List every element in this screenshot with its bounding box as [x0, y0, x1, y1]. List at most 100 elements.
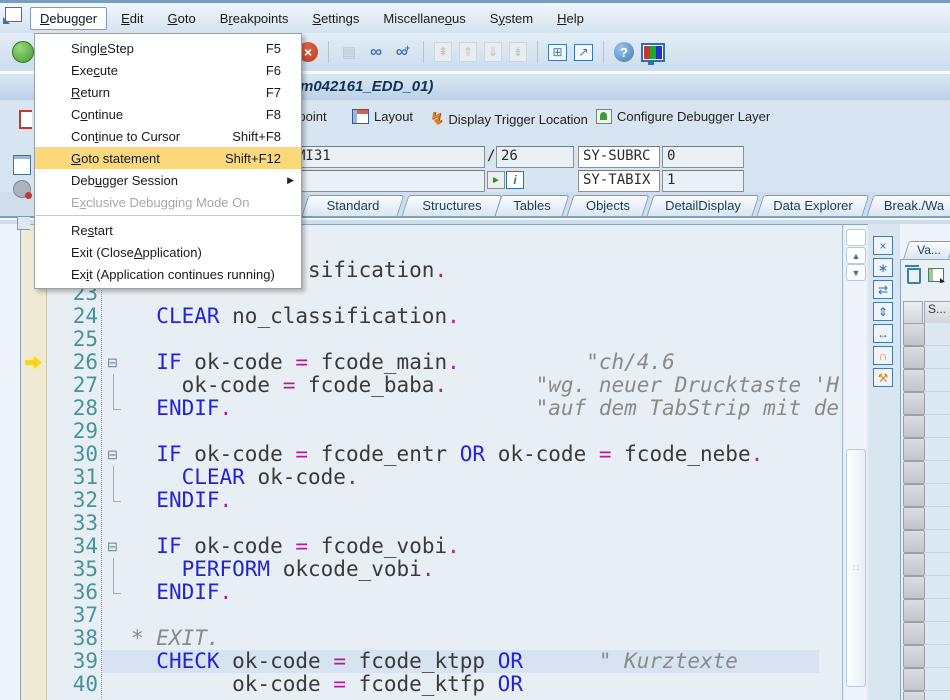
code-line[interactable]: 37	[21, 604, 845, 627]
tab-variables[interactable]: Va...	[906, 241, 950, 259]
info-icon[interactable]: i	[506, 171, 524, 189]
code-line[interactable]: 28 ENDIF. "auf dem TabStrip mit de	[21, 397, 845, 420]
code-line[interactable]: 36 ENDIF.	[21, 581, 845, 604]
layout-button[interactable]: Layout	[352, 109, 413, 124]
row-header-cell[interactable]	[903, 553, 925, 576]
code-line[interactable]: 30⊟ IF ok-code = fcode_entr OR ok-code =…	[21, 443, 845, 466]
row-data-cell[interactable]	[925, 461, 950, 484]
menu-item-continue-to-cursor[interactable]: Continue to CursorShift+F8	[35, 125, 301, 147]
menu-item-exit-application-continues-running[interactable]: Exit (Application continues running)	[35, 263, 301, 285]
tab-break-wa[interactable]: Break./Wa	[870, 195, 950, 216]
menu-item-debugger-session[interactable]: Debugger Session▶	[35, 169, 301, 191]
close-icon[interactable]: ×	[873, 236, 893, 255]
row-data-cell[interactable]	[925, 530, 950, 553]
scroll-up-icon[interactable]: ▲	[846, 247, 866, 264]
code-line[interactable]: 26⊟ IF ok-code = fcode_main. "ch/4.6	[21, 351, 845, 374]
row-data-cell[interactable]	[925, 392, 950, 415]
tab-detaildisplay[interactable]: DetailDisplay	[650, 195, 756, 216]
row-data-cell[interactable]	[925, 438, 950, 461]
detach-window-icon[interactable]: ∗	[873, 258, 893, 277]
code-line[interactable]: 35 PERFORM okcode_vobi.	[21, 558, 845, 581]
menu-item-single-step[interactable]: Single StepF5	[35, 37, 301, 59]
fold-collapse-icon[interactable]: ⊟	[107, 540, 118, 553]
menu-item-exit-close-application[interactable]: Exit (Close Application)	[35, 241, 301, 263]
menu-item-return[interactable]: ReturnF7	[35, 81, 301, 103]
code-line[interactable]: 38* EXIT.	[21, 627, 845, 650]
edit-source-icon[interactable]	[13, 155, 31, 175]
row-header-cell[interactable]	[903, 323, 925, 346]
scrollbar-thumb[interactable]: ∷	[846, 449, 866, 687]
link-sessions-icon[interactable]: ∩	[873, 346, 893, 365]
row-data-cell[interactable]	[925, 576, 950, 599]
new-session-icon[interactable]	[548, 44, 567, 61]
code-line[interactable]: 33	[21, 512, 845, 535]
customize-layout-icon[interactable]	[641, 43, 665, 62]
menu-item-execute[interactable]: ExecuteF6	[35, 59, 301, 81]
row-data-cell[interactable]	[925, 691, 950, 700]
create-shortcut-icon[interactable]	[574, 44, 593, 61]
enter-icon[interactable]	[12, 41, 34, 63]
sy-tabix-label-field[interactable]: SY-TABIX	[578, 170, 660, 192]
code-line[interactable]: 39 CHECK ok-code = fcode_ktpp OR " Kurzt…	[21, 650, 845, 673]
export-icon[interactable]	[928, 268, 944, 282]
row-header-cell[interactable]	[903, 415, 925, 438]
row-header-cell[interactable]	[903, 507, 925, 530]
row-header-cell[interactable]	[903, 461, 925, 484]
row-header-cell[interactable]	[903, 484, 925, 507]
help-icon[interactable]	[614, 42, 634, 62]
menubar-item-debugger[interactable]: Debugger	[30, 7, 107, 30]
maximize-icon[interactable]: ⇕	[873, 302, 893, 321]
scroll-top-button[interactable]	[846, 229, 866, 246]
menu-item-restart[interactable]: Restart	[35, 219, 301, 241]
row-data-cell[interactable]	[925, 369, 950, 392]
row-header-cell[interactable]	[903, 369, 925, 392]
fold-collapse-icon[interactable]: ⊟	[107, 448, 118, 461]
tab-data-explorer[interactable]: Data Explorer	[760, 195, 866, 216]
find-next-icon[interactable]	[393, 42, 413, 62]
display-trigger-location-button[interactable]: ↯ Display Trigger Location	[430, 109, 588, 129]
code-line[interactable]: 25	[21, 328, 845, 351]
row-header-cell[interactable]	[903, 392, 925, 415]
row-data-cell[interactable]	[925, 553, 950, 576]
fold-collapse-icon[interactable]: ⊟	[107, 356, 118, 369]
screen-number-field[interactable]: 26	[496, 146, 574, 168]
editor-vertical-scrollbar[interactable]: ▲ ▼ ∷	[845, 225, 866, 700]
row-data-cell[interactable]	[925, 645, 950, 668]
menubar-item-edit[interactable]: Edit	[111, 7, 153, 30]
menubar-item-breakpoints[interactable]: Breakpoints	[210, 7, 299, 30]
source-code-editor[interactable]: 22 sification.2324 CLEAR no_classificati…	[20, 224, 869, 700]
tab-standard[interactable]: Standard	[305, 195, 401, 216]
tab-objects[interactable]: Objects	[570, 195, 646, 216]
row-header-cell[interactable]	[903, 622, 925, 645]
code-line[interactable]: 27 ok-code = fcode_baba. "wg. neuer Druc…	[21, 374, 845, 397]
tab-tables[interactable]: Tables	[498, 195, 566, 216]
row-data-cell[interactable]	[925, 346, 950, 369]
watchpoint-icon[interactable]	[19, 110, 32, 129]
goto-statement-icon[interactable]: ►	[487, 171, 505, 189]
menubar-item-goto[interactable]: Goto	[158, 7, 206, 30]
row-data-cell[interactable]	[925, 415, 950, 438]
scroll-down-icon[interactable]: ▼	[846, 264, 866, 281]
menubar-item-settings[interactable]: Settings	[302, 7, 369, 30]
row-header-cell[interactable]	[903, 346, 925, 369]
sy-subrc-label-field[interactable]: SY-SUBRC	[578, 146, 660, 168]
code-line[interactable]: 34⊟ IF ok-code = fcode_vobi.	[21, 535, 845, 558]
menubar-item-miscellaneous[interactable]: Miscellaneous	[373, 7, 475, 30]
row-header-cell[interactable]	[903, 645, 925, 668]
row-data-cell[interactable]	[925, 484, 950, 507]
row-data-cell[interactable]	[925, 668, 950, 691]
code-line[interactable]: 24 CLEAR no_classification.	[21, 305, 845, 328]
table-corner-header[interactable]	[903, 301, 923, 324]
row-header-cell[interactable]	[903, 576, 925, 599]
services-icon[interactable]	[13, 180, 31, 198]
row-data-cell[interactable]	[925, 599, 950, 622]
configure-debugger-layer-button[interactable]: Configure Debugger Layer	[596, 109, 770, 124]
delete-icon[interactable]	[907, 268, 921, 284]
menu-item-goto-statement[interactable]: Goto statementShift+F12	[35, 147, 301, 169]
row-data-cell[interactable]	[925, 622, 950, 645]
code-line[interactable]: 31 CLEAR ok-code.	[21, 466, 845, 489]
tools-icon[interactable]: ⚒	[873, 368, 893, 387]
swap-panels-icon[interactable]: ⇄	[873, 280, 893, 299]
fit-width-icon[interactable]: ↔	[873, 324, 893, 343]
window-menu-icon[interactable]	[5, 7, 22, 22]
